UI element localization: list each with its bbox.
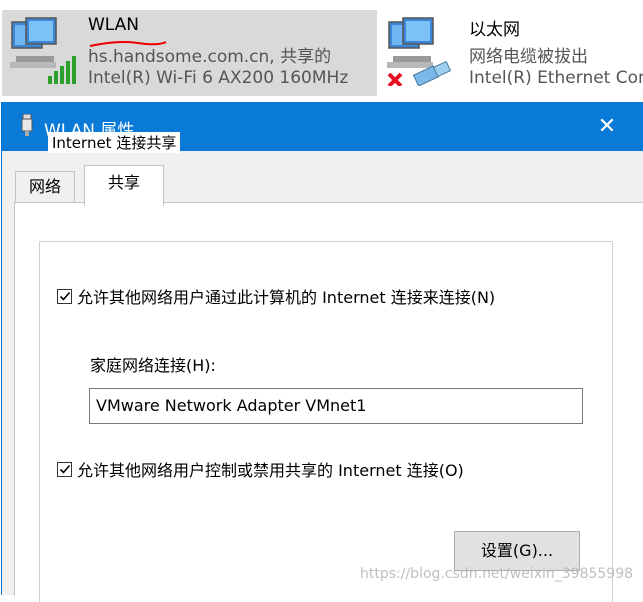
allow-control-option[interactable]: 允许其他网络用户控制或禁用共享的 Internet 连接(O) [57, 457, 464, 481]
adapter-status: hs.handsome.com.cn, 共享的 [88, 47, 332, 67]
watermark-text: https://blog.csdn.net/weixin_39855998 [360, 566, 634, 582]
close-button[interactable]: ✕ [590, 111, 624, 141]
allow-share-option[interactable]: 允许其他网络用户通过此计算机的 Internet 连接来连接(N) [57, 284, 495, 308]
adapter-device: Intel(R) Wi-Fi 6 AX200 160MHz [88, 68, 349, 88]
checkmark-icon [59, 464, 70, 474]
allow-share-label: 允许其他网络用户通过此计算机的 Internet 连接来连接(N) [77, 288, 496, 307]
home-network-label: 家庭网络连接(H): [90, 356, 216, 375]
network-adapter-icon [21, 114, 33, 136]
wifi-adapter-icon [10, 17, 76, 84]
tab-network[interactable]: 网络 [15, 171, 75, 202]
adapter-name: 以太网 [469, 20, 520, 40]
allow-control-checkbox[interactable] [57, 461, 72, 477]
wlan-properties-dialog: WLAN 属性 ✕ 网络 共享 Internet 连接共享 允许其他网络用户通过… [1, 102, 643, 602]
adapter-name: WLAN [88, 15, 140, 35]
ethernet-adapter-icon [387, 17, 452, 86]
tab-sharing[interactable]: 共享 [84, 165, 164, 206]
close-icon: ✕ [597, 113, 617, 139]
allow-share-checkbox[interactable] [57, 288, 72, 304]
allow-control-label: 允许其他网络用户控制或禁用共享的 Internet 连接(O) [77, 461, 464, 480]
checkmark-icon [59, 291, 70, 301]
adapter-status: 网络电缆被拔出 [469, 47, 588, 67]
adapter-wlan[interactable]: WLAN hs.handsome.com.cn, 共享的 Intel(R) Wi… [2, 10, 377, 96]
settings-button[interactable]: 设置(G)... [454, 531, 580, 571]
home-network-select[interactable]: VMware Network Adapter VMnet1 [89, 388, 583, 424]
adapter-ethernet[interactable]: 以太网 网络电缆被拔出 Intel(R) Ethernet Con [383, 10, 643, 96]
ics-group-title: Internet 连接共享 [48, 132, 181, 153]
adapter-device: Intel(R) Ethernet Con [469, 68, 643, 88]
